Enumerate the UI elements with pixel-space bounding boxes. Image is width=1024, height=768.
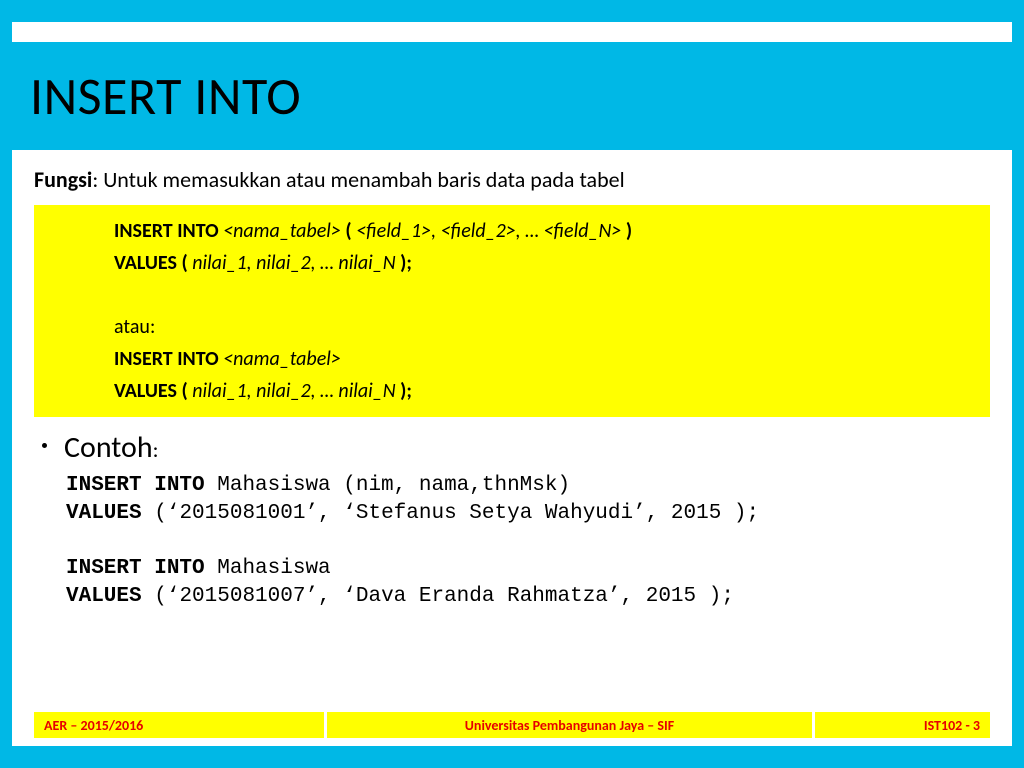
syntax-line-3: atau: <box>114 311 980 343</box>
ex1-line2: VALUES (‘2015081001’, ‘Stefanus Setya Wa… <box>66 500 990 528</box>
fungsi-label: Fungsi <box>34 166 92 193</box>
footer-left: AER – 2015/2016 <box>34 712 324 738</box>
content-area: Fungsi: Untuk memasukkan atau menambah b… <box>34 166 990 611</box>
slide-title: INSERT INTO <box>30 64 301 128</box>
syntax-blank <box>114 279 980 311</box>
ex1-line1: INSERT INTO Mahasiswa (nim, nama,thnMsk) <box>66 472 990 500</box>
syntax-line-1: INSERT INTO <nama_tabel> ( <field_1>, <f… <box>114 215 980 247</box>
footer-center: Universitas Pembangunan Jaya – SIF <box>327 712 812 738</box>
ex2-line2: VALUES (‘2015081007’, ‘Dava Eranda Rahma… <box>66 583 990 611</box>
footer: AER – 2015/2016 Universitas Pembangunan … <box>34 712 990 738</box>
syntax-box: INSERT INTO <nama_tabel> ( <field_1>, <f… <box>34 205 990 417</box>
ex2-line1: INSERT INTO Mahasiswa <box>66 555 990 583</box>
footer-right: IST102 - 3 <box>815 712 990 738</box>
slide: INSERT INTO Fungsi: Untuk memasukkan ata… <box>12 22 1012 746</box>
syntax-line-4: INSERT INTO <nama_tabel> <box>114 343 980 375</box>
fungsi-line: Fungsi: Untuk memasukkan atau menambah b… <box>34 166 990 193</box>
example-header: Contoh: <box>64 429 990 466</box>
example-separator <box>66 529 990 555</box>
example-code: INSERT INTO Mahasiswa (nim, nama,thnMsk)… <box>64 472 990 611</box>
example-section: Contoh: INSERT INTO Mahasiswa (nim, nama… <box>34 429 990 611</box>
fungsi-text: : Untuk memasukkan atau menambah baris d… <box>92 166 624 193</box>
syntax-line-2: VALUES ( nilai_1, nilai_2, … nilai_N ); <box>114 247 980 279</box>
syntax-line-5: VALUES ( nilai_1, nilai_2, … nilai_N ); <box>114 375 980 407</box>
title-bar: INSERT INTO <box>12 42 1012 150</box>
bullet-icon <box>42 443 47 448</box>
